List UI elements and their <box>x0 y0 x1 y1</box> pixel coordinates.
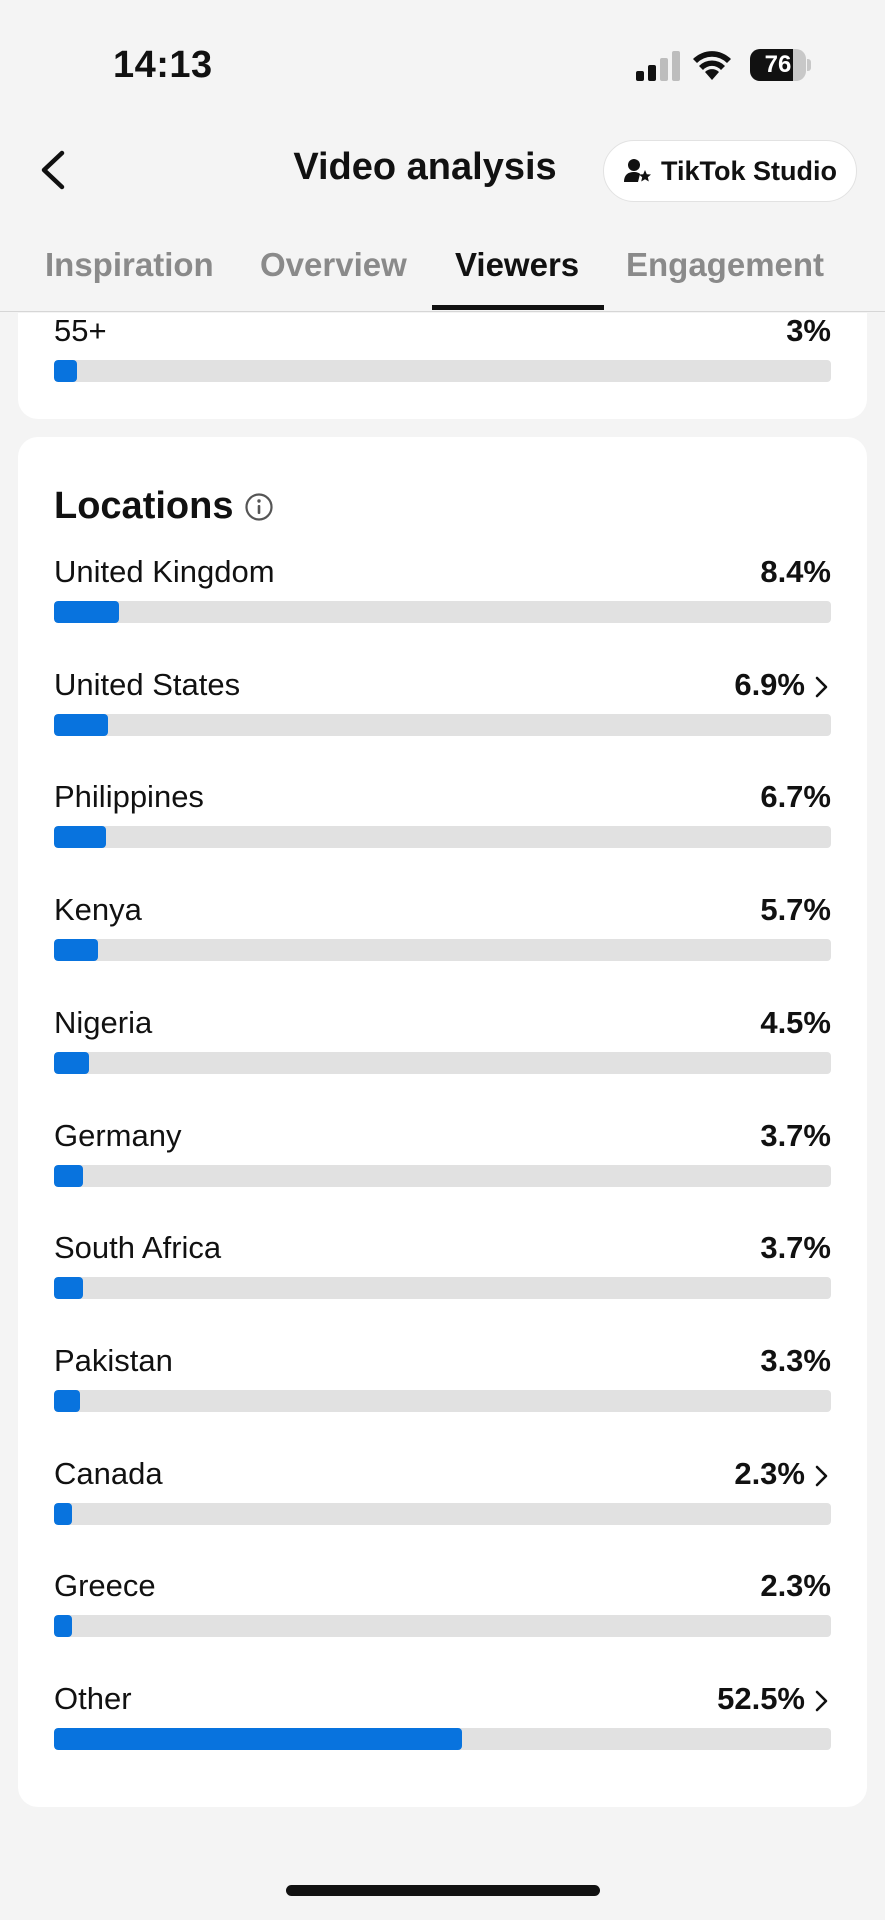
location-value: 6.9% <box>734 666 805 702</box>
location-row: Kenya 5.7% <box>54 892 831 982</box>
location-value: 3.7% <box>760 1117 831 1153</box>
location-bar-fill <box>54 601 120 623</box>
location-row: Pakistan 3.3% <box>54 1343 831 1433</box>
location-bar-track <box>54 1389 831 1412</box>
location-value: 6.7% <box>760 779 831 815</box>
back-button[interactable] <box>30 145 80 195</box>
location-bar-track <box>54 1728 831 1750</box>
location-row[interactable]: Other 52.5% <box>54 1681 831 1771</box>
location-value: 5.7% <box>760 892 831 928</box>
tab-viewers[interactable]: Viewers <box>455 246 579 284</box>
location-bar-fill <box>54 1615 72 1638</box>
location-bar-fill <box>54 713 108 736</box>
location-label: Pakistan <box>54 1342 173 1378</box>
location-value: 3.3% <box>760 1342 831 1378</box>
status-time: 14:13 <box>113 44 213 86</box>
tiktok-studio-label: TikTok Studio <box>660 155 837 186</box>
location-value: 52.5% <box>717 1681 805 1716</box>
location-row[interactable]: United States 6.9% <box>54 667 831 757</box>
location-bar-track <box>54 1164 831 1187</box>
location-row[interactable]: Canada 2.3% <box>54 1456 831 1546</box>
age-card: 55+ 3% <box>18 313 867 419</box>
location-bar-fill <box>54 826 107 849</box>
active-tab-indicator <box>432 305 604 310</box>
location-row: South Africa 3.7% <box>54 1230 831 1320</box>
location-value: 2.3% <box>760 1568 831 1604</box>
location-label: Other <box>54 1681 132 1716</box>
home-indicator <box>286 1885 600 1896</box>
location-label: South Africa <box>54 1230 222 1266</box>
location-bar-fill <box>54 1164 83 1187</box>
location-label: Nigeria <box>54 1004 153 1040</box>
user-star-icon <box>623 159 651 182</box>
location-bar-track <box>54 826 831 849</box>
location-row: Nigeria 4.5% <box>54 1005 831 1095</box>
location-bar-fill <box>54 1277 83 1300</box>
location-label: Greece <box>54 1568 156 1604</box>
location-bar-track <box>54 1615 831 1638</box>
location-label: Germany <box>54 1117 182 1153</box>
age-value: 3% <box>786 313 831 348</box>
age-label: 55+ <box>54 313 107 348</box>
location-row: United Kingdom 8.4% <box>54 554 831 644</box>
location-label: United States <box>54 666 241 702</box>
location-bar-track <box>54 939 831 962</box>
location-bar-fill <box>54 1502 72 1525</box>
location-label: Canada <box>54 1455 163 1491</box>
location-bar-track <box>54 1502 831 1525</box>
page-title: Video analysis <box>293 146 557 188</box>
location-row: Philippines 6.7% <box>54 779 831 869</box>
location-row: Germany 3.7% <box>54 1118 831 1208</box>
tab-engagement[interactable]: Engagement <box>626 246 824 284</box>
age-bar-fill <box>54 360 78 382</box>
tab-overview[interactable]: Overview <box>260 246 407 284</box>
location-value: 4.5% <box>760 1004 831 1040</box>
location-bar-fill <box>54 1389 80 1412</box>
location-bar-fill <box>54 1051 89 1074</box>
tiktok-studio-button[interactable]: TikTok Studio <box>603 140 857 202</box>
location-bar-track <box>54 601 831 623</box>
location-value: 2.3% <box>734 1455 805 1491</box>
tab-bar: Inspiration Overview Viewers Engagement <box>0 238 885 312</box>
info-icon[interactable] <box>244 492 274 522</box>
location-bar-fill <box>54 939 99 962</box>
location-bar-track <box>54 713 831 736</box>
cellular-signal-icon <box>636 51 680 81</box>
location-value: 3.7% <box>760 1230 831 1266</box>
battery-icon: 76 <box>750 49 811 81</box>
status-bar: 14:13 76 <box>0 0 885 130</box>
location-label: Philippines <box>54 779 204 815</box>
locations-title: Locations <box>54 485 234 527</box>
location-label: United Kingdom <box>54 554 275 589</box>
locations-card: Locations United Kingdom 8.4% United State… <box>18 437 867 1807</box>
battery-percent: 76 <box>764 51 792 78</box>
age-bar-track <box>54 360 831 382</box>
chevron-right-icon[interactable] <box>813 1687 831 1715</box>
location-bar-track <box>54 1277 831 1300</box>
location-row: Greece 2.3% <box>54 1568 831 1658</box>
wifi-icon <box>693 51 731 80</box>
location-bar-fill <box>54 1728 462 1750</box>
location-label: Kenya <box>54 892 142 928</box>
location-value: 8.4% <box>760 554 831 589</box>
chevron-right-icon[interactable] <box>813 673 831 701</box>
location-bar-track <box>54 1051 831 1074</box>
chevron-right-icon[interactable] <box>813 1462 831 1490</box>
tab-inspiration[interactable]: Inspiration <box>45 246 214 284</box>
